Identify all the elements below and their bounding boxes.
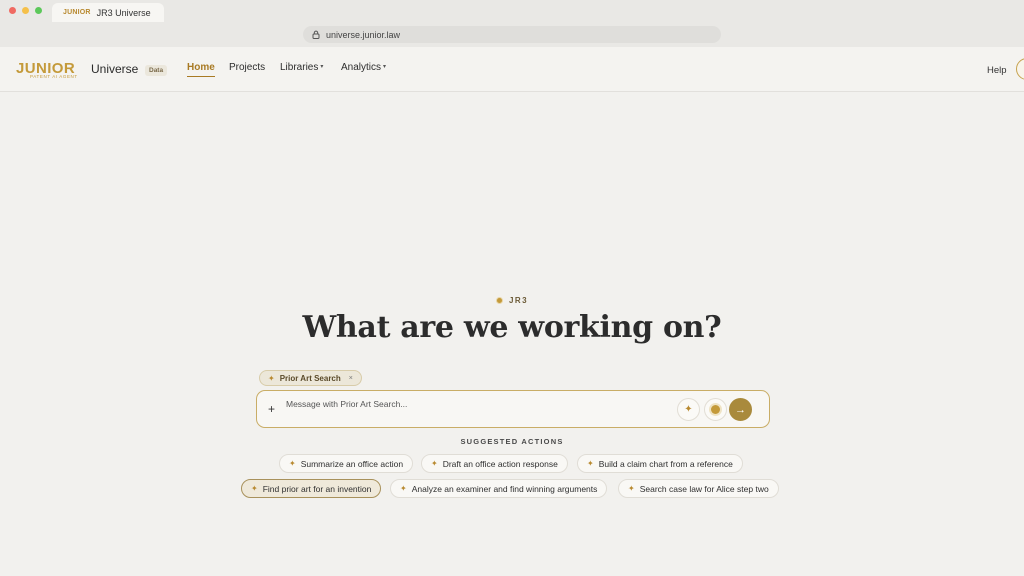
logo-tagline: PATENT AI AGENT [30, 74, 78, 79]
suggestion-chip[interactable]: ✦ Analyze an examiner and find winning a… [390, 479, 608, 498]
agent-kicker: JR3 [0, 296, 1024, 305]
sparkle-icon: ✦ [289, 459, 296, 468]
status-dot-icon [496, 297, 504, 304]
arrow-right-icon: → [735, 403, 746, 416]
suggestion-label: Build a claim chart from a reference [598, 458, 733, 469]
nav-libraries-label: Libraries [280, 62, 319, 73]
suggestion-label: Draft an office action response [442, 458, 558, 469]
chevron-down-icon: ▾ [320, 64, 324, 70]
app-name: Universe [91, 62, 139, 76]
close-window-button[interactable] [9, 7, 16, 14]
lock-icon [312, 30, 320, 39]
sparkle-icon: ✦ [268, 373, 275, 383]
nav-home[interactable]: Home [187, 62, 215, 77]
message-composer: + ✦ → [256, 390, 770, 428]
page-title: What are we working on? [302, 310, 722, 345]
context-chip-label: Prior Art Search [279, 373, 341, 383]
sparkle-icon: ✦ [587, 459, 594, 468]
sparkle-icon: ✦ [431, 459, 438, 468]
nav-projects[interactable]: Projects [229, 62, 265, 73]
suggestion-label: Find prior art for an invention [262, 483, 372, 494]
app-header: JUNIOR PATENT AI AGENT Universe Data Hom… [0, 47, 1024, 92]
nav-analytics[interactable]: Analytics ▾ [341, 62, 386, 73]
browser-tab[interactable]: JUNIOR JR3 Universe [52, 3, 164, 22]
address-bar[interactable]: universe.junior.law [303, 26, 721, 43]
url-text: universe.junior.law [326, 29, 401, 40]
agent-kicker-label: JR3 [509, 296, 528, 305]
mode-button[interactable] [704, 398, 727, 421]
suggestion-chip[interactable]: ✦ Find prior art for an invention [241, 479, 382, 498]
nav-libraries[interactable]: Libraries ▾ [280, 62, 323, 73]
minimize-window-button[interactable] [22, 7, 29, 14]
browser-chrome: JUNIOR JR3 Universe universe.junior.law [0, 0, 1024, 47]
suggestion-label: Summarize an office action [300, 458, 404, 469]
send-button[interactable]: → [729, 398, 752, 421]
tab-favicon-icon: JUNIOR [63, 9, 91, 16]
suggestion-chip[interactable]: ✦ Search case law for Alice step two [618, 479, 779, 498]
enhance-button[interactable]: ✦ [677, 398, 700, 421]
suggestion-chip[interactable]: ✦ Build a claim chart from a reference [577, 454, 743, 473]
suggested-actions-heading: SUGGESTED ACTIONS [460, 437, 564, 446]
window-controls [9, 7, 42, 14]
chevron-down-icon: ▾ [383, 64, 387, 70]
sparkle-icon: ✦ [684, 404, 693, 415]
attach-button[interactable]: + [268, 402, 275, 416]
sparkle-icon: ✦ [400, 484, 407, 493]
suggestion-label: Search case law for Alice step two [639, 483, 769, 494]
junior-logo[interactable]: JUNIOR PATENT AI AGENT [16, 60, 86, 81]
suggestion-label: Analyze an examiner and find winning arg… [411, 483, 598, 494]
suggestion-chip[interactable]: ✦ Summarize an office action [279, 454, 414, 473]
maximize-window-button[interactable] [35, 7, 42, 14]
sparkle-icon: ✦ [628, 484, 635, 493]
data-badge: Data [145, 65, 168, 76]
sparkle-icon: ✦ [251, 484, 258, 493]
nav-home-label: Home [187, 62, 215, 73]
suggestion-chip[interactable]: ✦ Draft an office action response [421, 454, 568, 473]
tab-title: JR3 Universe [96, 7, 151, 18]
message-input[interactable] [286, 397, 666, 411]
context-chip[interactable]: ✦ Prior Art Search × [259, 370, 362, 386]
orb-icon [711, 405, 720, 414]
nav-analytics-label: Analytics [341, 62, 382, 73]
nav-projects-label: Projects [229, 62, 266, 73]
close-icon[interactable]: × [349, 375, 353, 382]
help-link[interactable]: Help [987, 65, 1007, 76]
avatar[interactable] [1016, 58, 1024, 80]
